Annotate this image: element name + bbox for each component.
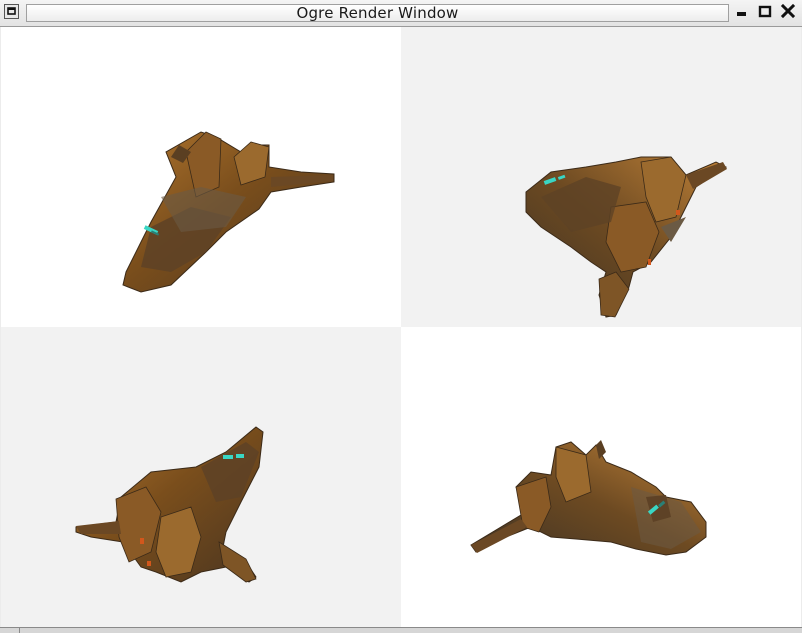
status-bar (0, 627, 802, 633)
viewport-top-left[interactable] (1, 27, 401, 327)
viewport-bottom-left[interactable] (1, 327, 401, 627)
window-title: Ogre Render Window (296, 4, 459, 22)
spaceship-model (470, 440, 707, 556)
ogre-render-window: Ogre Render Window (0, 0, 802, 633)
render-area[interactable] (1, 27, 801, 627)
window-menu-icon[interactable] (4, 4, 19, 19)
viewport-bottom-right[interactable] (401, 327, 801, 627)
minimize-icon[interactable] (733, 4, 751, 20)
title-bar[interactable]: Ogre Render Window (0, 0, 802, 27)
maximize-icon[interactable] (756, 4, 774, 20)
spaceship-model (122, 131, 335, 293)
viewport-top-right[interactable] (401, 27, 801, 327)
close-icon[interactable] (779, 4, 797, 20)
status-divider (19, 628, 20, 633)
spaceship-model (525, 156, 727, 318)
spaceship-model (75, 426, 264, 583)
title-frame: Ogre Render Window (26, 4, 729, 22)
